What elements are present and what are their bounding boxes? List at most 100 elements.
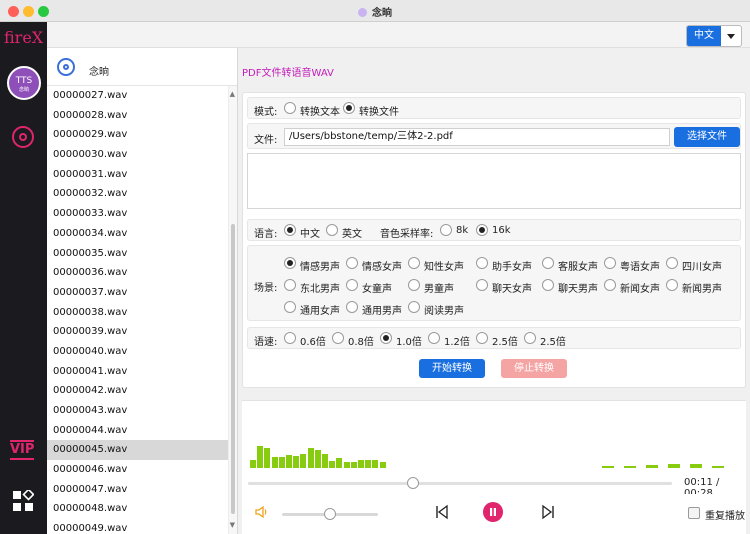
scene-radio[interactable] [408, 257, 420, 269]
mode-text-radio[interactable] [284, 102, 296, 114]
speed-option-label[interactable]: 0.6倍 [300, 333, 326, 348]
scene-option-label[interactable]: 聊天女声 [492, 280, 532, 295]
text-input-area[interactable] [247, 153, 741, 209]
speed-radio[interactable] [524, 332, 536, 344]
lang-zh-label[interactable]: 中文 [300, 225, 320, 240]
file-list-item[interactable]: 00000035.wav [47, 244, 237, 264]
scene-option-label[interactable]: 情感女声 [362, 258, 402, 273]
repeat-checkbox[interactable] [688, 507, 700, 519]
file-list-item[interactable]: 00000028.wav [47, 106, 237, 126]
scrollbar[interactable]: ▲ ▼ [228, 86, 237, 534]
scene-option-label[interactable]: 女童声 [362, 280, 392, 295]
file-list-item[interactable]: 00000043.wav [47, 401, 237, 421]
file-list-item[interactable]: 00000040.wav [47, 342, 237, 362]
file-list-item[interactable]: 00000031.wav [47, 165, 237, 185]
speed-option-label[interactable]: 0.8倍 [348, 333, 374, 348]
progress-track[interactable] [248, 482, 672, 485]
file-list-item[interactable]: 00000041.wav [47, 362, 237, 382]
scene-radio[interactable] [346, 301, 358, 313]
scene-option-label[interactable]: 阅读男声 [424, 302, 464, 317]
file-list-item[interactable]: 00000027.wav [47, 86, 237, 106]
scene-radio[interactable] [542, 257, 554, 269]
scroll-down-icon[interactable]: ▼ [230, 521, 235, 529]
scene-radio[interactable] [408, 279, 420, 291]
scene-radio[interactable] [666, 257, 678, 269]
scene-radio[interactable] [408, 301, 420, 313]
file-list-item[interactable]: 00000034.wav [47, 224, 237, 244]
file-list-item[interactable]: 00000037.wav [47, 283, 237, 303]
volume-knob[interactable] [324, 508, 336, 520]
scene-radio[interactable] [604, 257, 616, 269]
vip-icon[interactable]: VIP [10, 440, 35, 460]
file-list-item[interactable]: 00000033.wav [47, 204, 237, 224]
file-list-item[interactable]: 00000036.wav [47, 263, 237, 283]
scene-option-label[interactable]: 粤语女声 [620, 258, 660, 273]
scroll-up-icon[interactable]: ▲ [230, 90, 235, 98]
scene-radio[interactable] [666, 279, 678, 291]
scene-option-label[interactable]: 四川女声 [682, 258, 722, 273]
scene-radio[interactable] [284, 257, 296, 269]
scene-option-label[interactable]: 助手女声 [492, 258, 532, 273]
file-list-item[interactable]: 00000032.wav [47, 184, 237, 204]
progress-knob[interactable] [407, 477, 420, 489]
scene-radio[interactable] [346, 279, 358, 291]
pause-button[interactable] [483, 502, 503, 522]
mode-file-label[interactable]: 转换文件 [359, 103, 399, 118]
mode-file-radio[interactable] [343, 102, 355, 114]
speed-radio[interactable] [380, 332, 392, 344]
scene-radio[interactable] [476, 279, 488, 291]
stop-convert-button[interactable]: 停止转换 [501, 359, 567, 378]
speed-option-label[interactable]: 1.0倍 [396, 333, 422, 348]
volume-icon[interactable] [254, 504, 270, 520]
previous-icon[interactable] [434, 503, 450, 521]
file-list-item[interactable]: 00000044.wav [47, 421, 237, 441]
file-list-item[interactable]: 00000047.wav [47, 480, 237, 500]
speed-radio[interactable] [476, 332, 488, 344]
speed-option-label[interactable]: 1.2倍 [444, 333, 470, 348]
lang-en-label[interactable]: 英文 [342, 225, 362, 240]
file-list[interactable]: 00000027.wav 00000028.wav 00000029.wav 0000… [47, 86, 237, 534]
start-convert-button[interactable]: 开始转换 [419, 359, 485, 378]
choose-file-button[interactable]: 选择文件 [674, 127, 740, 147]
rate-8k-label[interactable]: 8k [456, 225, 468, 236]
lang-zh-radio[interactable] [284, 224, 296, 236]
scene-option-label[interactable]: 客服女声 [558, 258, 598, 273]
file-list-item[interactable]: 00000039.wav [47, 322, 237, 342]
scene-radio[interactable] [476, 257, 488, 269]
scrollbar-thumb[interactable] [231, 224, 235, 514]
rate-8k-radio[interactable] [440, 224, 452, 236]
scene-option-label[interactable]: 新闻男声 [682, 280, 722, 295]
scene-option-label[interactable]: 情感男声 [300, 258, 340, 273]
scene-option-label[interactable]: 通用女声 [300, 302, 340, 317]
file-list-item[interactable]: 00000030.wav [47, 145, 237, 165]
file-list-item[interactable]: 00000046.wav [47, 460, 237, 480]
scene-radio[interactable] [542, 279, 554, 291]
scene-option-label[interactable]: 通用男声 [362, 302, 402, 317]
file-list-item[interactable]: 00000029.wav [47, 125, 237, 145]
file-list-item[interactable]: 00000042.wav [47, 381, 237, 401]
speed-radio[interactable] [284, 332, 296, 344]
music-disc-icon[interactable] [12, 126, 34, 148]
file-path-input[interactable]: /Users/bbstone/temp/三体2-2.pdf [284, 128, 670, 146]
scene-option-label[interactable]: 新闻女声 [620, 280, 660, 295]
speed-radio[interactable] [428, 332, 440, 344]
scene-radio[interactable] [604, 279, 616, 291]
rate-16k-radio[interactable] [476, 224, 488, 236]
rate-16k-label[interactable]: 16k [492, 225, 511, 236]
scene-option-label[interactable]: 知性女声 [424, 258, 464, 273]
mode-text-label[interactable]: 转换文本 [300, 103, 340, 118]
file-list-item[interactable]: 00000049.wav [47, 519, 237, 534]
language-select[interactable]: 中文 [686, 25, 742, 47]
scene-option-label[interactable]: 聊天男声 [558, 280, 598, 295]
tts-nav-button[interactable]: TTS 念晌 [7, 66, 41, 100]
file-list-item[interactable]: 00000048.wav [47, 499, 237, 519]
file-list-item[interactable]: 00000038.wav [47, 303, 237, 323]
apps-grid-icon[interactable] [12, 490, 34, 512]
scene-option-label[interactable]: 东北男声 [300, 280, 340, 295]
scene-option-label[interactable]: 男童声 [424, 280, 454, 295]
lang-en-radio[interactable] [326, 224, 338, 236]
scene-radio[interactable] [284, 279, 296, 291]
speed-option-label[interactable]: 2.5倍 [540, 333, 566, 348]
next-icon[interactable] [540, 503, 556, 521]
scene-radio[interactable] [284, 301, 296, 313]
